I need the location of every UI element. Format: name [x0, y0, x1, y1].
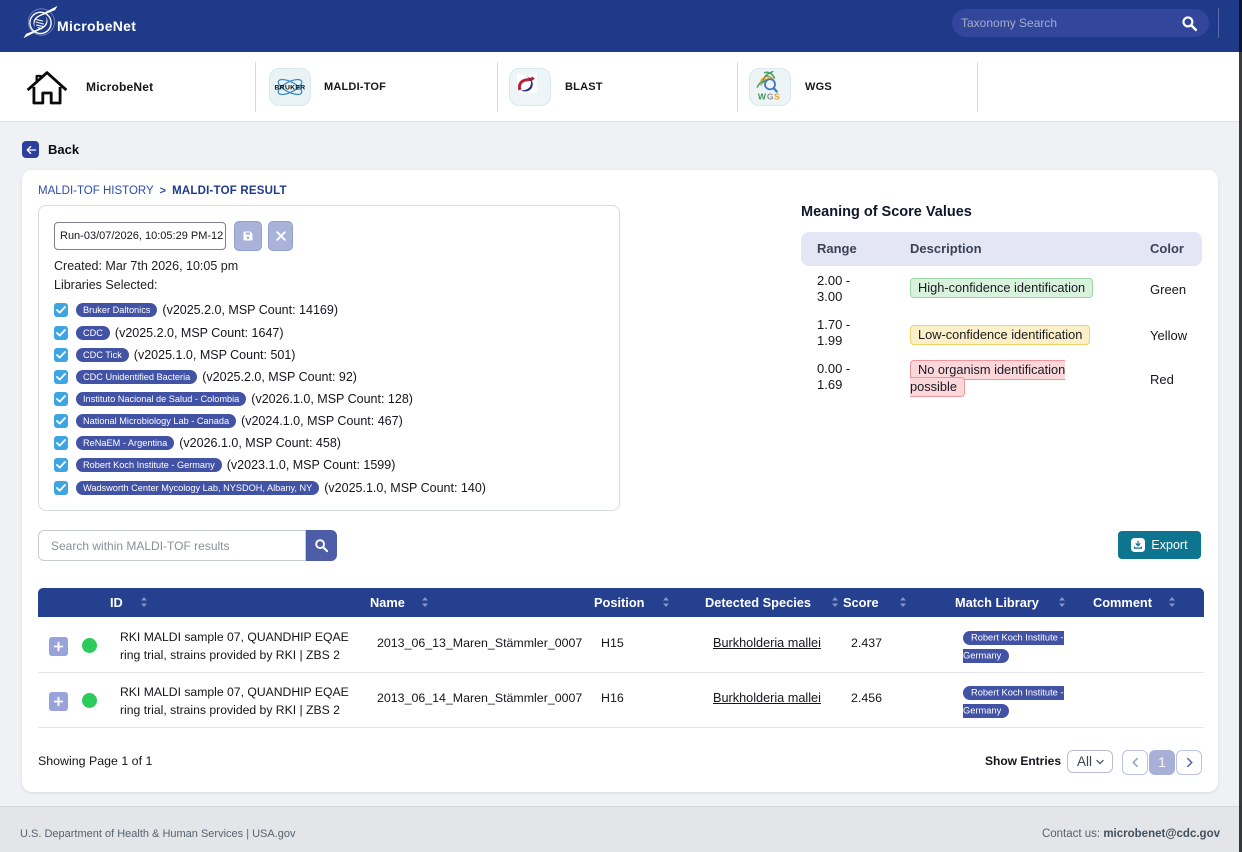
svg-text:BRUKER: BRUKER — [274, 84, 305, 91]
svg-text:S: S — [774, 91, 780, 101]
svg-text:G: G — [767, 91, 774, 101]
svg-text:W: W — [758, 91, 767, 101]
